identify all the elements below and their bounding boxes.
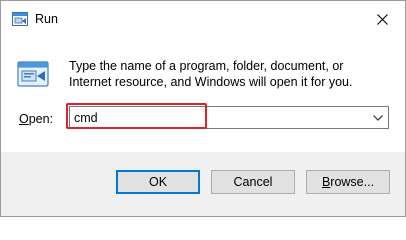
title-bar: Run [1,1,405,37]
cancel-button[interactable]: Cancel [211,170,295,194]
close-button[interactable] [359,1,405,37]
open-input[interactable] [74,109,364,126]
open-label-accelerator: O [19,112,29,126]
close-icon [376,13,388,25]
run-app-icon [12,12,28,26]
chevron-down-icon [373,114,383,121]
description-text: Type the name of a program, folder, docu… [69,59,353,89]
browse-accelerator: B [321,175,331,189]
browse-label-rest: rowse... [330,175,375,189]
run-dialog: Run Type the name of a program, folder, … [0,0,406,217]
dropdown-button[interactable] [368,107,388,128]
window-title: Run [35,12,58,26]
dialog-content: Type the name of a program, folder, docu… [1,37,405,152]
open-combobox[interactable] [69,106,389,129]
open-label-rest: pen: [28,112,54,126]
ok-button[interactable]: OK [116,170,200,194]
browse-button[interactable]: Browse... [306,170,390,194]
open-label: Open: [19,112,53,126]
run-icon [17,61,49,87]
